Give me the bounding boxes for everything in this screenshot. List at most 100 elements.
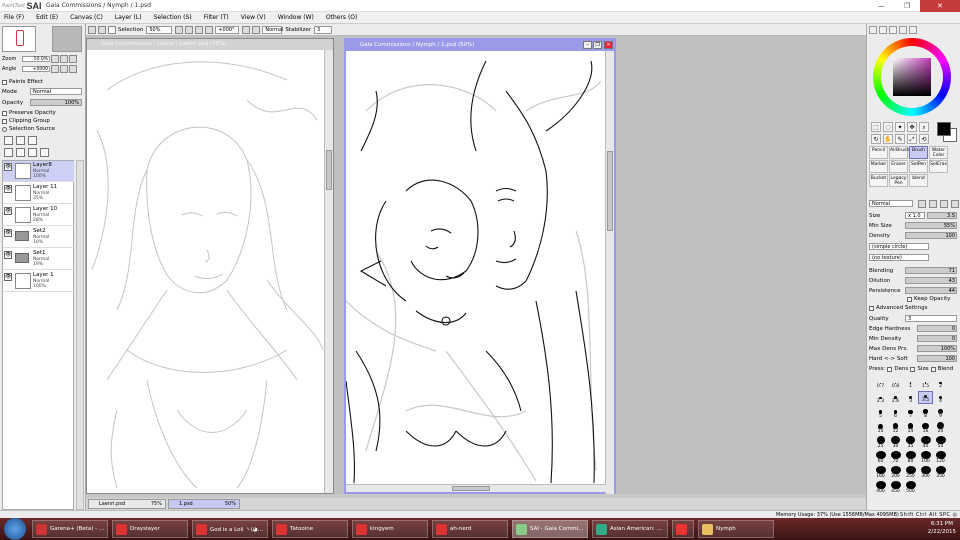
visibility-eye-icon[interactable]: 👁 xyxy=(4,207,12,215)
brush-marker[interactable]: Marker xyxy=(869,160,888,173)
visibility-eye-icon[interactable]: 👁 xyxy=(4,251,12,259)
brush-size-preset[interactable]: 1.5 xyxy=(918,376,933,389)
brush-size-preset[interactable]: 3 xyxy=(903,391,918,404)
brush-size-preset[interactable]: 70 xyxy=(888,451,903,464)
transform-icon[interactable]: ⤢ xyxy=(907,134,917,144)
menu-file[interactable]: File (F) xyxy=(4,14,24,21)
zoom-out-button[interactable] xyxy=(175,25,184,34)
brush-size-preset[interactable]: 40 xyxy=(918,436,933,449)
rotate-left-button[interactable] xyxy=(195,25,204,34)
hard-soft-slider[interactable]: 100 xyxy=(917,355,957,362)
taskbar-item[interactable]: Nymph xyxy=(698,520,774,538)
dilution-slider[interactable]: 43 xyxy=(905,277,957,284)
brush-edge-soft-icon[interactable] xyxy=(940,200,948,208)
flip-button[interactable] xyxy=(242,25,251,34)
brush-size-preset[interactable]: 400 xyxy=(873,481,888,494)
brush-edge-hard-icon[interactable] xyxy=(918,200,926,208)
visibility-eye-icon[interactable]: 👁 xyxy=(4,163,12,171)
taskbar-item[interactable]: God is a Loli ヽ(◕... xyxy=(192,520,268,538)
brush-bucket[interactable]: Bucket xyxy=(869,174,888,187)
rotate-icon[interactable]: ↻ xyxy=(871,134,881,144)
brush-size-preset[interactable]: 8 xyxy=(918,406,933,419)
menu-others[interactable]: Others (O) xyxy=(326,14,357,21)
min-size-slider[interactable]: 55% xyxy=(905,222,957,229)
zoom-icon[interactable]: ⌕ xyxy=(919,122,929,132)
taskbar-item[interactable]: Garena+ (Beta) - ... xyxy=(32,520,108,538)
system-clock[interactable]: 6:31 PM 2/22/2015 xyxy=(928,520,956,536)
press-density-checkbox[interactable] xyxy=(887,366,893,372)
max-density-pressure-slider[interactable]: 100% xyxy=(917,345,957,352)
angle-slider[interactable]: +0000 xyxy=(22,66,50,72)
zoom-in-button[interactable] xyxy=(185,25,194,34)
transfer-down-icon[interactable] xyxy=(4,148,13,157)
brush-size-preset[interactable]: 50 xyxy=(933,436,948,449)
color-wheel[interactable] xyxy=(873,38,951,116)
brush-size-preset[interactable]: 14 xyxy=(903,421,918,434)
brush-size-preset[interactable]: 9 xyxy=(933,406,948,419)
brush-pencil[interactable]: Pencil xyxy=(869,146,888,159)
menu-filter[interactable]: Filter (T) xyxy=(204,14,229,21)
rotate-right-button[interactable] xyxy=(205,25,214,34)
document-window-laenri[interactable]: Gaia Commissions / Laenri / Laenri.psd (… xyxy=(86,38,334,494)
taskbar-item[interactable] xyxy=(672,520,694,538)
menu-edit[interactable]: Edit (E) xyxy=(36,14,58,21)
maximize-doc-button[interactable]: ❐ xyxy=(593,41,602,49)
brush-size-preset[interactable]: 200 xyxy=(888,466,903,479)
deselect-button[interactable] xyxy=(88,25,96,34)
rotate-reset-button[interactable] xyxy=(69,65,77,73)
swatches-tab-icon[interactable] xyxy=(899,26,907,34)
brush-texture-select[interactable]: (no texture) xyxy=(869,254,929,261)
brush-size-preset[interactable]: 6 xyxy=(888,406,903,419)
taskbar-item[interactable]: SAI - Gaia Commi... xyxy=(512,520,588,538)
taskbar-item[interactable]: Drayslayer xyxy=(112,520,188,538)
brush-size-preset[interactable]: 250 xyxy=(903,466,918,479)
color-wheel-tab-icon[interactable] xyxy=(869,26,877,34)
doc-tab-nymph[interactable]: 1.psd 50% xyxy=(168,499,240,509)
navigator-thumbnail[interactable] xyxy=(2,26,36,52)
menu-selection[interactable]: Selection (S) xyxy=(154,14,192,21)
layer-list-scrollbar[interactable] xyxy=(76,160,84,510)
brush-size-preset[interactable]: 0.8 xyxy=(888,376,903,389)
brush-brush[interactable]: Brush xyxy=(909,146,928,159)
size-slider[interactable]: 3.5 xyxy=(927,212,957,219)
brush-size-preset[interactable]: 5 xyxy=(873,406,888,419)
brush-selpen[interactable]: SelPen xyxy=(909,160,928,173)
move-icon[interactable]: ✥ xyxy=(907,122,917,132)
layer-set-item[interactable]: 👁 Set1 Normal 19% xyxy=(3,249,74,270)
layer-set-item[interactable]: 👁 Set2 Normal 10% xyxy=(3,227,74,248)
rotate-right-button[interactable] xyxy=(60,65,68,73)
vertical-scrollbar[interactable] xyxy=(605,51,614,494)
merge-down-icon[interactable] xyxy=(16,148,25,157)
brush-size-preset[interactable]: 7 xyxy=(903,406,918,419)
brush-size-preset[interactable]: 300 xyxy=(918,466,933,479)
menu-canvas[interactable]: Canvas (C) xyxy=(70,14,103,21)
edge-hardness-slider[interactable]: 0 xyxy=(917,325,957,332)
brush-blend[interactable]: blend xyxy=(909,174,928,187)
maximize-button[interactable]: ❐ xyxy=(894,0,920,12)
lineart-nymph[interactable] xyxy=(346,51,606,483)
close-doc-button[interactable]: ✕ xyxy=(604,41,613,49)
brush-airbrush[interactable]: AirBrush xyxy=(889,146,909,159)
brush-size-preset[interactable]: 2.6 xyxy=(888,391,903,404)
zoom-select[interactable]: 50% xyxy=(146,25,173,34)
layer-item[interactable]: 👁 Layer8 Normal 100% xyxy=(3,161,74,182)
select-rect-icon[interactable]: ⬚ xyxy=(871,122,881,132)
blending-slider[interactable]: 71 xyxy=(905,267,957,274)
layer-item[interactable]: 👁 Layer 1 Normal 100% xyxy=(3,271,74,292)
keep-opacity-checkbox[interactable]: Keep Opacity xyxy=(907,296,951,302)
brush-size-preset[interactable]: 3.5 xyxy=(918,391,933,404)
visibility-eye-icon[interactable]: 👁 xyxy=(4,273,12,281)
brush-watercolor[interactable]: Water Color xyxy=(929,146,948,159)
layer-mode-select[interactable]: Normal xyxy=(30,88,82,95)
preserve-opacity-checkbox[interactable]: Preserve Opacity xyxy=(2,110,56,116)
persistence-slider[interactable]: 44 xyxy=(905,287,957,294)
new-layer-icon[interactable] xyxy=(4,136,13,145)
brush-size-preset[interactable]: 450 xyxy=(888,481,903,494)
close-button[interactable]: ✕ xyxy=(920,0,960,12)
brush-shape-select[interactable]: (simple circle) xyxy=(869,243,929,250)
quality-select[interactable]: 3 xyxy=(905,315,957,322)
zoom-out-button[interactable] xyxy=(51,55,59,63)
advanced-settings-toggle[interactable]: Advanced Settings xyxy=(869,305,927,311)
brush-size-preset[interactable]: 0.7 xyxy=(873,376,888,389)
brush-size-preset[interactable]: 30 xyxy=(888,436,903,449)
